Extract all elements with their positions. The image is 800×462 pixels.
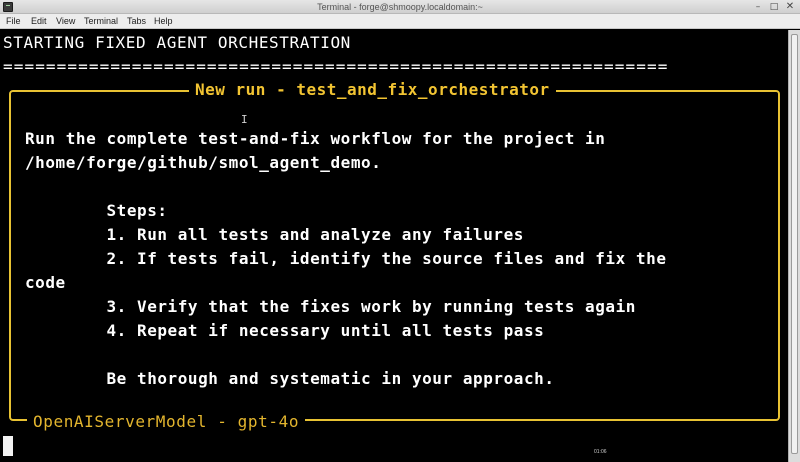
panel-line: Steps: bbox=[25, 201, 168, 220]
panel-line: 3. Verify that the fixes work by running… bbox=[25, 297, 636, 316]
panel-line: code bbox=[25, 273, 66, 292]
terminal-window: Terminal - forge@shmoopy.localdomain:~ –… bbox=[0, 0, 800, 462]
menu-help[interactable]: Help bbox=[154, 14, 173, 29]
panel-line: Run the complete test-and-fix workflow f… bbox=[25, 129, 606, 148]
header-line: STARTING FIXED AGENT ORCHESTRATION bbox=[3, 33, 351, 52]
size-indicator: 01:06 bbox=[594, 449, 607, 455]
minimize-icon[interactable]: – bbox=[752, 1, 764, 13]
maximize-icon[interactable]: □ bbox=[768, 1, 780, 13]
panel-line: /home/forge/github/smol_agent_demo. bbox=[25, 153, 382, 172]
menu-view[interactable]: View bbox=[56, 14, 75, 29]
panel-title: New run - test_and_fix_orchestrator bbox=[189, 78, 556, 102]
panel-line: 2. If tests fail, identify the source fi… bbox=[25, 249, 667, 268]
menu-tabs[interactable]: Tabs bbox=[127, 14, 146, 29]
menu-edit[interactable]: Edit bbox=[31, 14, 47, 29]
scrollbar[interactable] bbox=[788, 30, 800, 462]
i-beam-cursor-icon: I bbox=[241, 113, 248, 126]
scrollbar-thumb[interactable] bbox=[791, 34, 798, 454]
panel-line: 4. Repeat if necessary until all tests p… bbox=[25, 321, 545, 340]
panel-line: Be thorough and systematic in your appro… bbox=[25, 369, 555, 388]
title-bar[interactable]: Terminal - forge@shmoopy.localdomain:~ –… bbox=[0, 0, 800, 14]
menu-terminal[interactable]: Terminal bbox=[84, 14, 118, 29]
menu-file[interactable]: File bbox=[6, 14, 21, 29]
separator-line: ========================================… bbox=[3, 57, 669, 76]
window-title: Terminal - forge@shmoopy.localdomain:~ bbox=[317, 2, 483, 12]
model-label: OpenAIServerModel - gpt-4o bbox=[27, 410, 306, 434]
close-icon[interactable]: ✕ bbox=[784, 1, 796, 13]
text-cursor bbox=[3, 436, 13, 456]
menu-bar: File Edit View Terminal Tabs Help bbox=[0, 14, 800, 29]
panel-line: 1. Run all tests and analyze any failure… bbox=[25, 225, 524, 244]
